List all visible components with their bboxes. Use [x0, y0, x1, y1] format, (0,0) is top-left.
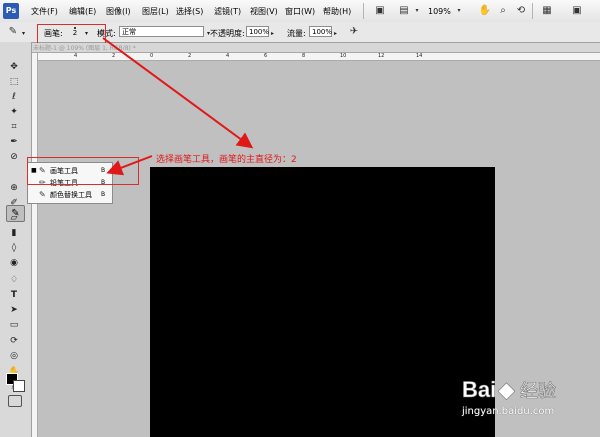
- annotation-text: 选择画笔工具，画笔的主直径为：2: [156, 155, 297, 165]
- svg-text:Bai: Bai: [462, 377, 496, 402]
- watermark-url: jingyan.baidu.com: [462, 406, 555, 417]
- annotation-arrow: [102, 37, 254, 149]
- baidu-jingyan-logo: Bai ◆ 经验: [462, 377, 556, 403]
- svg-text:◆: ◆: [498, 377, 515, 402]
- svg-text:经验: 经验: [520, 381, 556, 402]
- annotation-arrow: [106, 155, 153, 176]
- annotation-arrows: [102, 37, 254, 176]
